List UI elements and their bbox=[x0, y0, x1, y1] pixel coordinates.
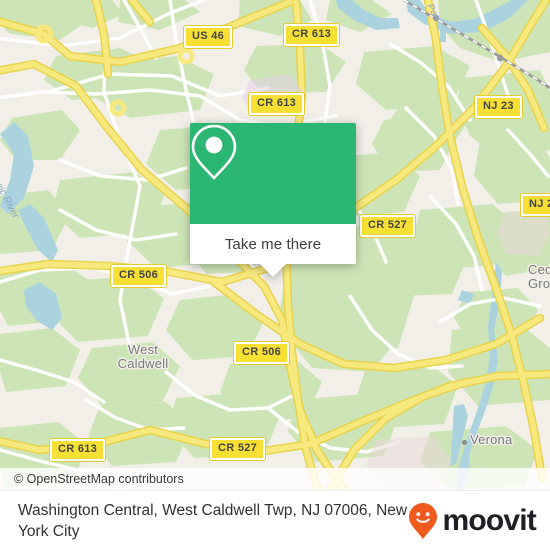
osm-attribution-text[interactable]: © OpenStreetMap contributors bbox=[14, 472, 184, 486]
map-screenshot: ssaic River Pas West Caldwell Verona Ce​… bbox=[0, 0, 550, 550]
location-pin-icon bbox=[191, 124, 237, 180]
road-shield-us-46: US 46 bbox=[184, 26, 233, 48]
road-shield-cr-613-mid: CR 613 bbox=[249, 93, 305, 115]
moovit-wordmark: moovit bbox=[442, 503, 536, 537]
map-canvas[interactable]: ssaic River Pas West Caldwell Verona Ce​… bbox=[0, 0, 550, 490]
road-shield-cr-613-north: CR 613 bbox=[284, 24, 340, 46]
moovit-smiley-pin-icon bbox=[409, 502, 438, 539]
road-shield-cr-613-south: CR 613 bbox=[50, 439, 106, 461]
road-shield-nj-23-north: NJ 23 bbox=[475, 96, 522, 118]
road-shield-cr-506-west: CR 506 bbox=[111, 265, 167, 287]
map-attribution-bar: © OpenStreetMap contributors bbox=[0, 468, 550, 490]
road-shield-cr-527-mid: CR 527 bbox=[360, 215, 416, 237]
location-popup[interactable]: Take me there bbox=[190, 123, 356, 277]
location-title: Washington Central, West Caldwell Twp, N… bbox=[18, 501, 408, 540]
popup-footer[interactable]: Take me there bbox=[190, 224, 356, 277]
road-shield-cr-506-center: CR 506 bbox=[234, 342, 290, 364]
place-dot-verona bbox=[462, 440, 467, 445]
road-shield-nj-23-east: NJ 23 bbox=[521, 194, 550, 216]
road-shield-cr-527-south: CR 527 bbox=[210, 438, 266, 460]
moovit-brand[interactable]: moovit bbox=[408, 502, 537, 540]
popup-pointer-tail bbox=[260, 264, 286, 277]
take-me-there-label: Take me there bbox=[224, 235, 322, 253]
popup-header bbox=[190, 123, 356, 224]
footer-bar: Washington Central, West Caldwell Twp, N… bbox=[0, 490, 550, 550]
